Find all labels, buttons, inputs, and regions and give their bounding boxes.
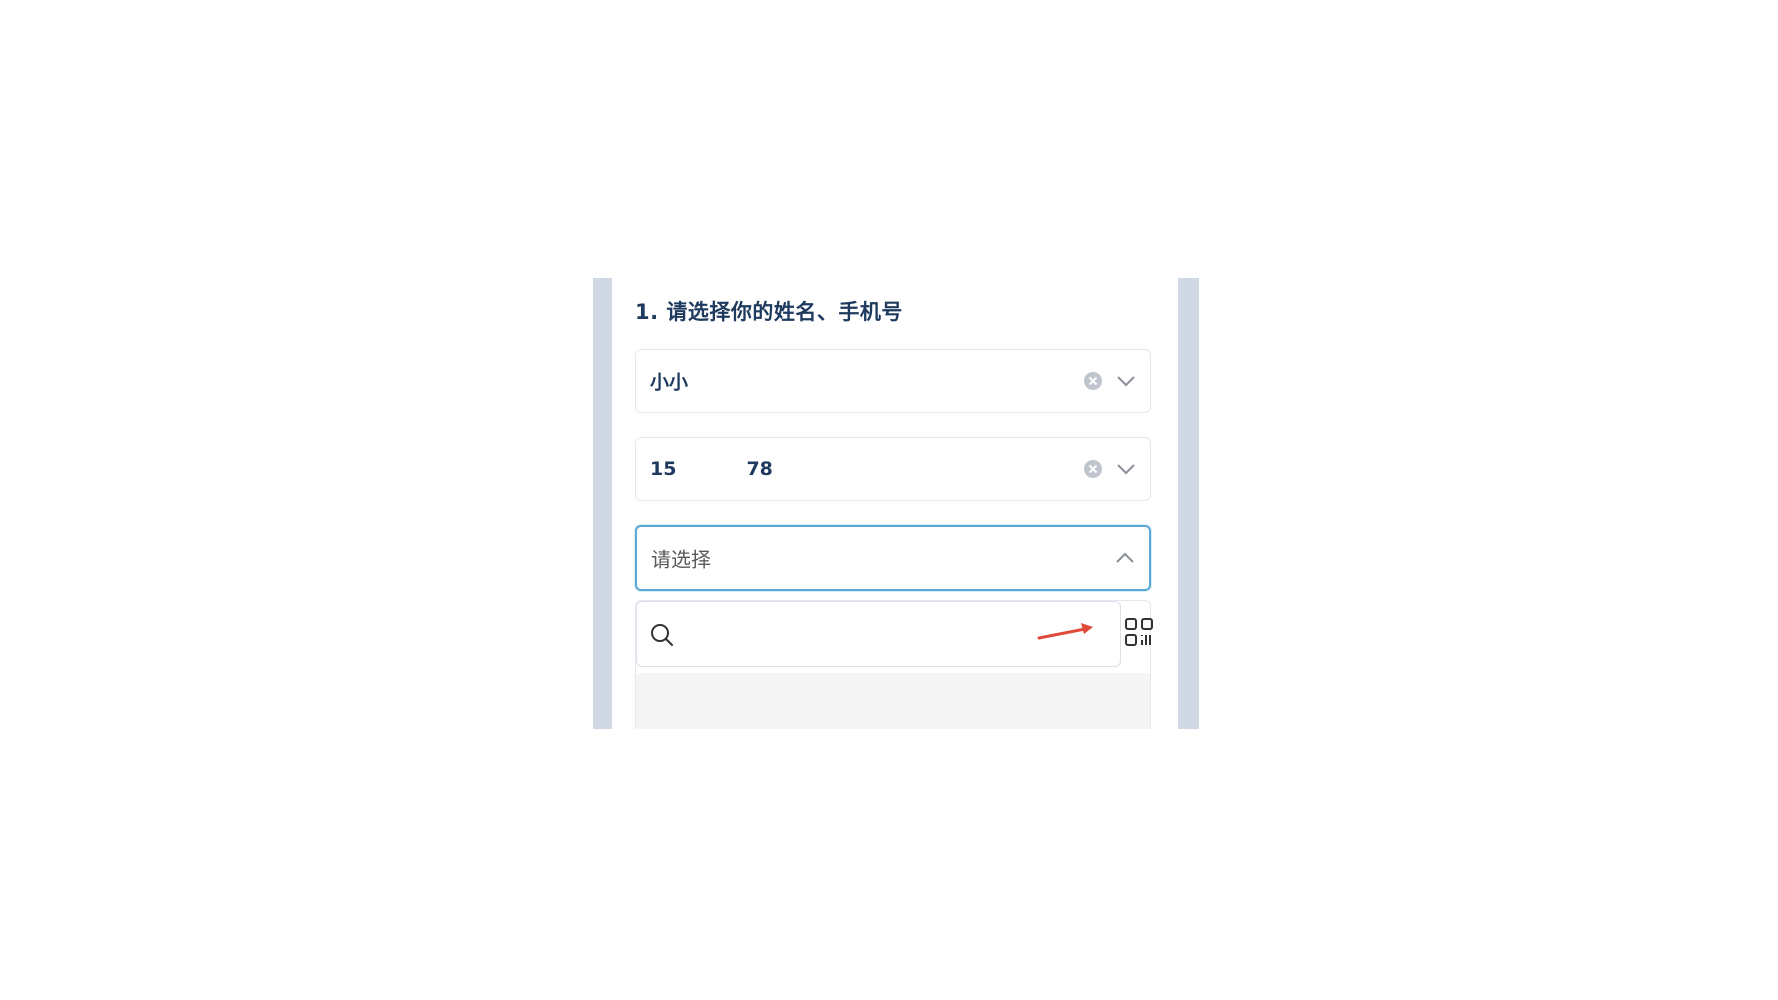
stage: 1. 请选择你的姓名、手机号 小小 15 78 请选择 [0,0,1778,1000]
select-placeholder: 请选择 [651,547,711,572]
clear-circle-icon[interactable] [1084,372,1102,390]
search-icon [651,624,673,646]
dropdown-panel [635,600,1154,729]
qr-scan-icon[interactable] [1124,617,1154,647]
dropdown-search[interactable] [636,601,1121,667]
chevron-up-icon[interactable] [1115,551,1135,565]
red-arrow-annotation [1037,623,1093,640]
phone-value-suffix: 78 [746,458,773,480]
chevron-down-icon[interactable] [1116,374,1136,388]
form-screen: 1. 请选择你的姓名、手机号 小小 15 78 请选择 [612,278,1178,729]
phone-value-prefix: 15 [650,458,677,480]
chevron-down-icon[interactable] [1116,462,1136,476]
phone-select-value: 15 78 [650,458,773,480]
phone-select[interactable]: 15 78 [635,437,1151,501]
third-select-open[interactable]: 请选择 [635,525,1151,591]
name-select[interactable]: 小小 [635,349,1151,413]
clear-circle-icon[interactable] [1084,460,1102,478]
phone-frame: 1. 请选择你的姓名、手机号 小小 15 78 请选择 [593,278,1199,729]
name-select-value: 小小 [650,371,689,394]
option-row[interactable] [636,673,1150,729]
question-title: 1. 请选择你的姓名、手机号 [635,300,903,324]
